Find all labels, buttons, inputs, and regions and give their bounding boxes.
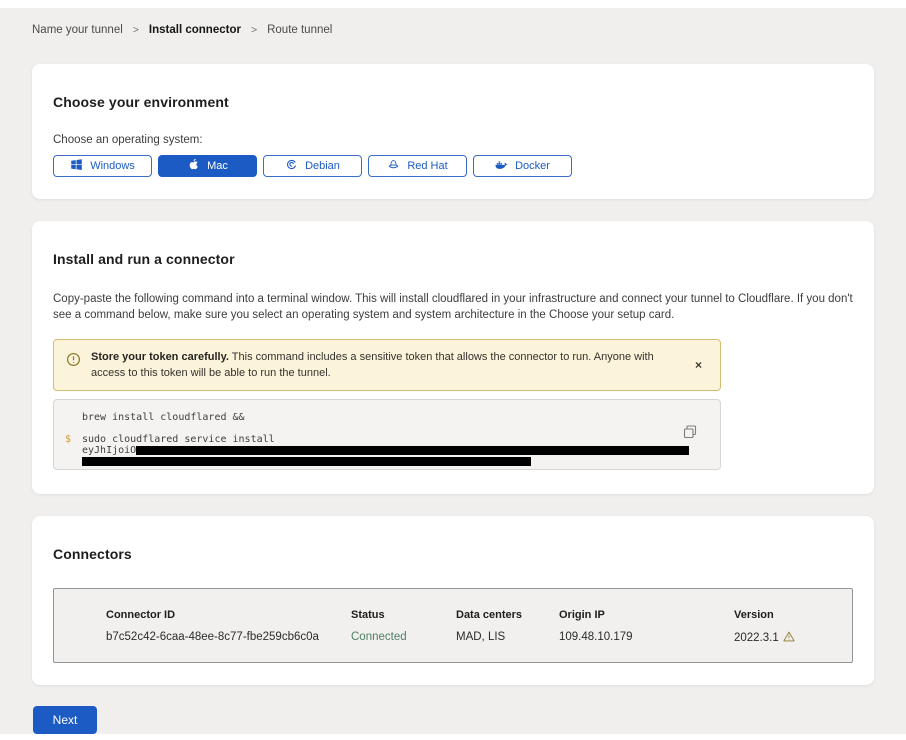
col-header-connector-id: Connector ID — [106, 609, 351, 621]
col-header-origin-ip: Origin IP — [559, 609, 734, 621]
code-line-brew: brew install cloudflared && — [82, 412, 720, 423]
os-select-label: Choose an operating system: — [53, 134, 853, 146]
os-button-label: Mac — [207, 160, 228, 172]
alert-circle-icon — [66, 352, 81, 372]
col-header-version: Version — [734, 609, 852, 621]
copy-icon[interactable] — [682, 424, 698, 440]
connectors-card: Connectors Connector ID Status Data cent… — [32, 516, 874, 685]
breadcrumb-step-install-connector: Install connector — [149, 24, 241, 36]
docker-icon — [495, 158, 508, 174]
token-warning-text: Store your token carefully. This command… — [91, 349, 681, 381]
connector-id-value: b7c52c42-6caa-48ee-8c77-fbe259cb6c0a — [106, 631, 351, 645]
install-connector-card: Install and run a connector Copy-paste t… — [32, 221, 874, 494]
os-button-redhat[interactable]: Red Hat — [368, 155, 467, 177]
environment-card: Choose your environment Choose an operat… — [32, 64, 874, 199]
col-header-data-centers: Data centers — [456, 609, 559, 621]
os-button-label: Windows — [90, 160, 135, 172]
os-button-docker[interactable]: Docker — [473, 155, 572, 177]
token-warning-title: Store your token carefully. — [91, 351, 229, 363]
os-button-label: Debian — [305, 160, 340, 172]
install-card-title: Install and run a connector — [53, 251, 853, 267]
redacted-token-bar-1 — [136, 446, 689, 455]
debian-icon — [285, 158, 298, 174]
code-line-token-2 — [82, 456, 720, 467]
os-button-group: Windows Mac Debian Red Hat — [53, 155, 853, 177]
redacted-token-bar-2 — [82, 457, 531, 466]
connectors-table: Connector ID Status Data centers Origin … — [53, 588, 853, 663]
breadcrumb: Name your tunnel > Install connector > R… — [32, 8, 874, 36]
token-warning-banner: Store your token carefully. This command… — [53, 339, 721, 391]
version-number: 2022.3.1 — [734, 632, 779, 644]
install-description: Copy-paste the following command into a … — [53, 291, 853, 323]
environment-card-title: Choose your environment — [53, 94, 853, 110]
data-centers-value: MAD, LIS — [456, 631, 559, 645]
os-button-mac[interactable]: Mac — [158, 155, 257, 177]
os-button-windows[interactable]: Windows — [53, 155, 152, 177]
breadcrumb-step-name-your-tunnel[interactable]: Name your tunnel — [32, 24, 123, 36]
next-button[interactable]: Next — [33, 706, 97, 734]
redhat-icon — [387, 158, 400, 174]
col-header-status: Status — [351, 609, 456, 621]
connectors-card-title: Connectors — [53, 546, 853, 562]
version-warning-icon — [783, 631, 795, 645]
install-command-code-block: $ brew install cloudflared && sudo cloud… — [53, 399, 721, 470]
os-button-debian[interactable]: Debian — [263, 155, 362, 177]
token-prefix: eyJhIjoiO — [82, 445, 136, 456]
code-line-sudo: sudo cloudflared service install — [82, 434, 720, 445]
os-button-label: Red Hat — [407, 160, 447, 172]
os-button-label: Docker — [515, 160, 550, 172]
apple-icon — [187, 158, 200, 174]
status-badge: Connected — [351, 631, 456, 645]
breadcrumb-separator: > — [133, 24, 139, 36]
windows-icon — [70, 158, 83, 174]
close-icon[interactable]: × — [691, 357, 706, 373]
code-line-token: eyJhIjoiO — [82, 445, 720, 456]
connectors-table-header: Connector ID Status Data centers Origin … — [106, 609, 852, 621]
origin-ip-value: 109.48.10.179 — [559, 631, 734, 645]
page-background: Name your tunnel > Install connector > R… — [0, 8, 906, 734]
terminal-prompt: $ — [65, 434, 71, 445]
breadcrumb-separator: > — [251, 24, 257, 36]
code-line-blank — [82, 423, 720, 434]
breadcrumb-step-route-tunnel[interactable]: Route tunnel — [267, 24, 332, 36]
version-value: 2022.3.1 — [734, 631, 852, 645]
table-row: b7c52c42-6caa-48ee-8c77-fbe259cb6c0a Con… — [106, 631, 852, 645]
